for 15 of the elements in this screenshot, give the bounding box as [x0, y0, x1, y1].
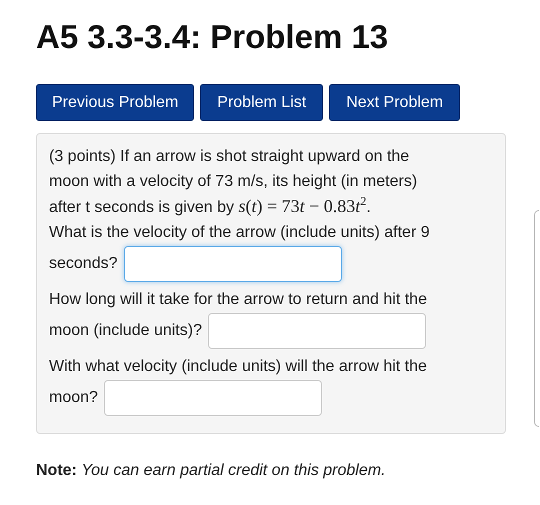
answer-field[interactable]	[104, 380, 322, 416]
question-text: moon?	[49, 389, 98, 407]
nav-button[interactable]: Next Problem	[329, 84, 460, 121]
nav-button[interactable]: Previous Problem	[36, 84, 194, 121]
question-text: What is the velocity of the arrow (include units) after 9	[49, 224, 430, 242]
page-title: A5 3.3-3.4: Problem 13	[36, 18, 390, 56]
answer-field[interactable]	[208, 313, 426, 349]
answer-field[interactable]	[124, 246, 342, 282]
note-text: Note: You can earn partial credit on this problem.	[36, 462, 387, 480]
question-text: seconds?	[49, 255, 118, 273]
nav-button[interactable]: Problem List	[200, 84, 324, 121]
problem-statement: (3 points) If an arrow is shot straight upward on the moon with a velocity of 73 m/s, its height (in meters) after t seconds is given by s(t) = 73t − 0.83t$^{2}$.	[49, 147, 418, 218]
question-text: With what velocity (include units) will the arrow hit the	[49, 358, 427, 376]
question-text: How long will it take for the arrow to return and hit the	[49, 290, 427, 308]
question-text: moon (include units)?	[49, 322, 202, 340]
